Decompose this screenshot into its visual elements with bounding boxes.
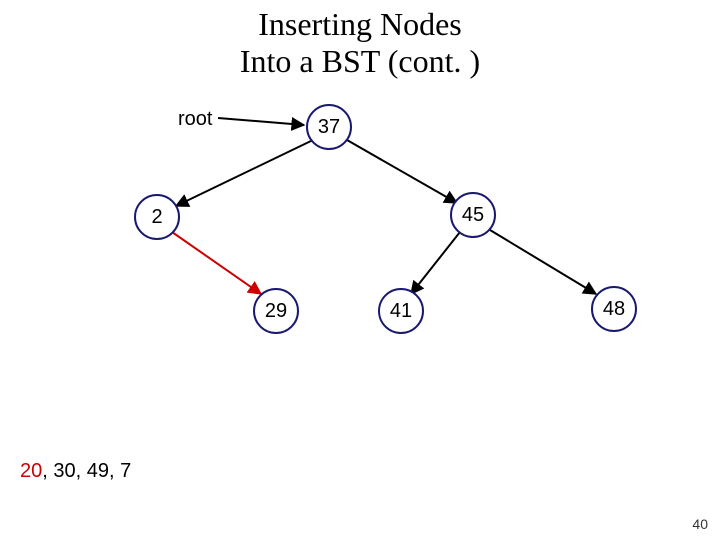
slide-title: Inserting Nodes Into a BST (cont. ) — [0, 6, 720, 80]
root-label: root — [178, 108, 212, 131]
edge-37-45 — [347, 140, 457, 203]
page-number: 40 — [692, 516, 708, 532]
node-29-value: 29 — [265, 300, 287, 323]
node-45-value: 45 — [462, 204, 484, 227]
title-line-2: Into a BST (cont. ) — [240, 43, 480, 79]
insertion-queue: 20, 30, 49, 7 — [20, 460, 131, 483]
edge-2-29-highlight — [172, 232, 261, 294]
edge-37-2 — [176, 140, 313, 206]
queue-current: 20 — [20, 460, 42, 482]
title-line-1: Inserting Nodes — [258, 6, 462, 42]
node-41: 41 — [378, 288, 424, 334]
node-2: 2 — [134, 194, 180, 240]
edge-root-37 — [218, 118, 304, 125]
node-48: 48 — [591, 286, 637, 332]
edge-45-48 — [490, 230, 596, 294]
node-37: 37 — [306, 104, 352, 150]
node-29: 29 — [253, 288, 299, 334]
node-2-value: 2 — [151, 206, 162, 229]
queue-rest: , 30, 49, 7 — [42, 460, 131, 482]
node-48-value: 48 — [603, 298, 625, 321]
node-45: 45 — [450, 192, 496, 238]
node-37-value: 37 — [318, 116, 340, 139]
node-41-value: 41 — [390, 300, 412, 323]
edge-45-41 — [411, 232, 460, 294]
tree-edges — [0, 0, 720, 540]
